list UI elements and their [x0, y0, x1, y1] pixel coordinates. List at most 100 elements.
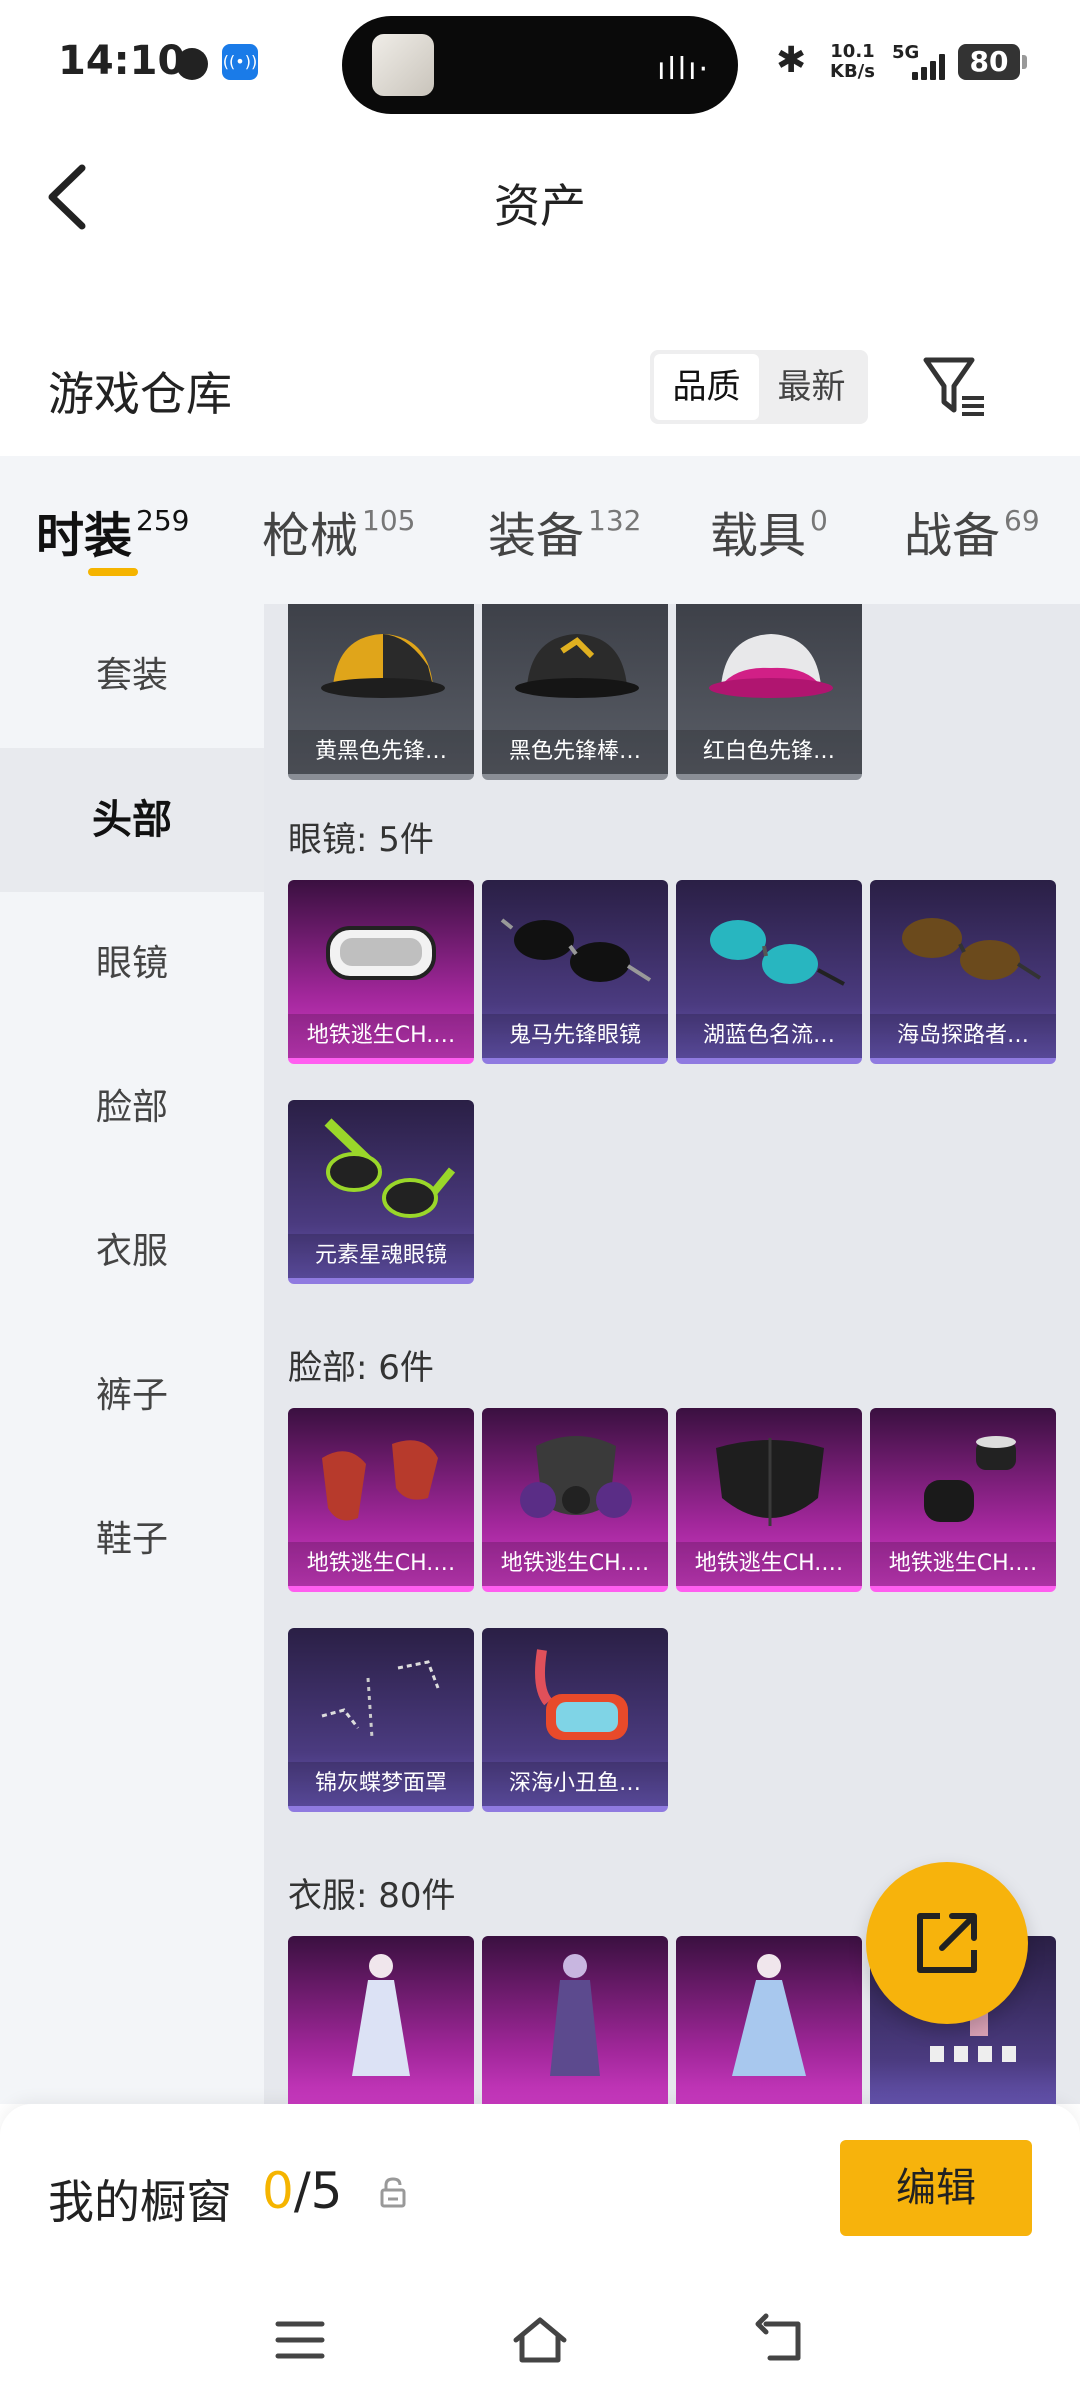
- butterfly-mask-icon: [288, 1628, 474, 1768]
- item-label: 深海小丑鱼…: [482, 1762, 668, 1806]
- sunglasses-icon: [870, 880, 1056, 1020]
- cap-icon: [288, 604, 474, 736]
- cap-icon: [482, 604, 668, 736]
- tab-label: 战备: [904, 508, 1001, 564]
- sunglasses-icon: [482, 880, 668, 1020]
- page-title: 资产: [494, 179, 586, 233]
- showcase-label: 我的橱窗: [48, 2175, 232, 2229]
- sidebar-item-outfit-set[interactable]: 套装: [0, 604, 264, 748]
- sidebar: 套装 头部 眼镜 脸部 衣服 裤子 鞋子: [0, 604, 264, 2104]
- item-card[interactable]: 地铁逃生CH.…: [288, 880, 474, 1064]
- section-title-clothes: 衣服: 80件: [288, 1876, 456, 1916]
- item-label: 锦灰蝶梦面罩: [288, 1762, 474, 1806]
- item-label: 黑色先锋棒…: [482, 730, 668, 774]
- tab-guns[interactable]: 枪械 105: [262, 496, 415, 566]
- item-card[interactable]: 地铁逃生CH.…: [288, 1408, 474, 1592]
- signal-icon: [912, 54, 945, 80]
- bandana-icon: [288, 1408, 474, 1548]
- sidebar-item-clothes[interactable]: 衣服: [0, 1180, 264, 1324]
- item-label: 元素星魂眼镜: [288, 1234, 474, 1278]
- tab-vehicles[interactable]: 载具 0: [710, 496, 828, 566]
- tab-fashion[interactable]: 时装 259: [36, 496, 189, 566]
- item-card[interactable]: 地铁逃生CH.…: [482, 1408, 668, 1592]
- item-card[interactable]: 地铁逃生CH.…: [676, 1408, 862, 1592]
- item-card[interactable]: 鬼马先锋眼镜: [482, 880, 668, 1064]
- item-card[interactable]: 地铁逃生CH.…: [870, 1408, 1056, 1592]
- showcase-current: 0: [262, 2162, 294, 2220]
- bluetooth-icon: ✱: [776, 40, 807, 81]
- tab-label: 载具: [710, 508, 807, 564]
- tab-count: 0: [810, 504, 828, 537]
- item-label: 地铁逃生CH.…: [288, 1014, 474, 1058]
- filter-button[interactable]: [920, 352, 990, 422]
- item-card[interactable]: [676, 1936, 862, 2104]
- item-card[interactable]: 红白色先锋…: [676, 604, 862, 780]
- item-card[interactable]: 黄黑色先锋…: [288, 604, 474, 780]
- active-tab-indicator: [88, 568, 138, 576]
- battery-icon: 80: [958, 44, 1027, 80]
- media-thumbnail: [372, 34, 434, 96]
- home-icon: [513, 2317, 567, 2363]
- back-nav-button[interactable]: [752, 2310, 812, 2370]
- tab-combat-gear[interactable]: 战备 69: [904, 496, 1040, 566]
- tab-count: 132: [588, 504, 642, 537]
- sunglasses-icon: [288, 1100, 474, 1240]
- sort-option-newest[interactable]: 最新: [759, 354, 864, 420]
- sidebar-item-glasses[interactable]: 眼镜: [0, 892, 264, 1036]
- menu-icon: [275, 2321, 325, 2359]
- neck-gaiter-icon: [870, 1408, 1056, 1548]
- section-title-face: 脸部: 6件: [288, 1348, 434, 1388]
- sort-option-quality[interactable]: 品质: [654, 354, 759, 420]
- item-card[interactable]: [482, 1936, 668, 2104]
- home-button[interactable]: [510, 2310, 570, 2370]
- item-card[interactable]: 元素星魂眼镜: [288, 1100, 474, 1284]
- warehouse-title: 游戏仓库: [48, 367, 232, 421]
- item-card[interactable]: 海岛探路者…: [870, 880, 1056, 1064]
- showcase-total: /5: [293, 2162, 343, 2220]
- tab-count: 69: [1004, 504, 1040, 537]
- tab-label: 装备: [488, 508, 585, 564]
- tab-equipment[interactable]: 装备 132: [488, 496, 641, 566]
- speed-value: 10.1: [830, 41, 875, 62]
- outfit-icon: [676, 1936, 862, 2076]
- item-label: 地铁逃生CH.…: [870, 1542, 1056, 1586]
- tab-label: 时装: [36, 508, 133, 564]
- sidebar-item-head[interactable]: 头部: [0, 748, 264, 892]
- sunglasses-icon: [676, 880, 862, 1020]
- sidebar-item-shoes[interactable]: 鞋子: [0, 1468, 264, 1612]
- tab-label: 枪械: [262, 508, 359, 564]
- item-card[interactable]: 锦灰蝶梦面罩: [288, 1628, 474, 1812]
- item-card[interactable]: 深海小丑鱼…: [482, 1628, 668, 1812]
- item-card[interactable]: [288, 1936, 474, 2104]
- system-nav-bar: [0, 2290, 1080, 2380]
- edit-button[interactable]: 编辑: [840, 2140, 1032, 2236]
- gas-mask-icon: [482, 1408, 668, 1548]
- item-label: 地铁逃生CH.…: [482, 1542, 668, 1586]
- dynamic-island[interactable]: ıllı·: [342, 16, 738, 114]
- section-title-glasses: 眼镜: 5件: [288, 820, 434, 860]
- category-tabs: 时装 259 枪械 105 装备 132 载具 0 战备 69: [0, 456, 1080, 604]
- sidebar-item-pants[interactable]: 裤子: [0, 1324, 264, 1468]
- goggles-icon: [288, 880, 474, 1020]
- status-bar: 14:10 ((•)) ıllı· ✱ 10.1 KB/s 5G 80: [0, 0, 1080, 130]
- menu-button[interactable]: [270, 2310, 330, 2370]
- outfit-icon: [288, 1936, 474, 2076]
- item-card[interactable]: 湖蓝色名流…: [676, 880, 862, 1064]
- cap-icon: [676, 604, 862, 736]
- status-time: 14:10: [58, 38, 186, 84]
- item-label: 红白色先锋…: [676, 730, 862, 774]
- tab-count: 105: [362, 504, 416, 537]
- item-card[interactable]: 黑色先锋棒…: [482, 604, 668, 780]
- outfit-icon: [482, 1936, 668, 2076]
- face-mask-icon: [676, 1408, 862, 1548]
- item-label: 湖蓝色名流…: [676, 1014, 862, 1058]
- sort-toggle: 品质 最新: [650, 350, 868, 424]
- lock-icon: [378, 2176, 408, 2210]
- broadcast-icon: ((•)): [222, 44, 258, 80]
- item-label: 地铁逃生CH.…: [288, 1542, 474, 1586]
- sidebar-item-face[interactable]: 脸部: [0, 1036, 264, 1180]
- item-label: 黄黑色先锋…: [288, 730, 474, 774]
- globe-icon: [176, 48, 208, 80]
- share-button[interactable]: [866, 1862, 1028, 2024]
- speed-unit: KB/s: [830, 61, 875, 82]
